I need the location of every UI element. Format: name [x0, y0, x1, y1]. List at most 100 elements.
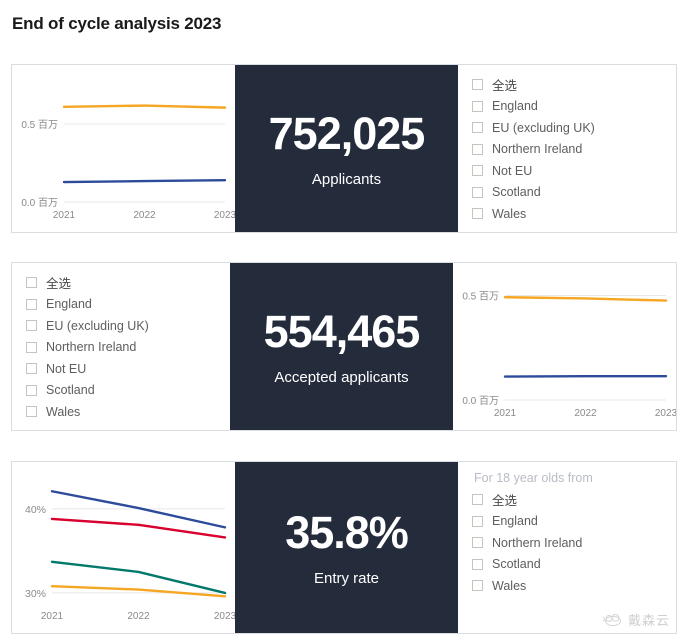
filter-option-label: Northern Ireland [46, 340, 137, 355]
series-line [62, 104, 227, 109]
cloud-icon [602, 613, 621, 626]
y-axis-tick-label: 0.0 百万 [21, 197, 58, 209]
x-axis-tick-label: 2021 [41, 611, 64, 622]
filter-option-label: Wales [492, 206, 527, 221]
filter-option-row[interactable]: England [26, 294, 230, 316]
filter-option-label: Scotland [46, 383, 95, 398]
filter-option-row[interactable]: Scotland [472, 554, 676, 576]
filter-option-row[interactable]: Wales [472, 203, 676, 225]
checkbox-icon[interactable] [26, 363, 37, 375]
checkbox-icon[interactable] [26, 320, 37, 332]
checkbox-icon[interactable] [472, 580, 483, 592]
filter-option-row[interactable]: Scotland [26, 380, 230, 402]
filter-pane: For 18 year olds from 全选 England Northern I… [458, 462, 676, 633]
filter-option-row[interactable]: Wales [26, 401, 230, 423]
x-axis-tick-label: 2021 [494, 408, 517, 419]
kpi-pane: 35.8% Entry rate [235, 462, 458, 633]
checkbox-icon[interactable] [472, 186, 483, 198]
x-axis-tick-label: 2023 [214, 210, 235, 221]
page-title: End of cycle analysis 2023 [12, 14, 222, 33]
y-axis-tick-label: 40% [25, 504, 46, 516]
filter-option-label: Scotland [492, 185, 541, 200]
checkbox-icon[interactable] [26, 406, 37, 418]
checkbox-icon[interactable] [472, 537, 483, 549]
filter-option-label: Wales [492, 578, 527, 593]
line-chart: 30% 40% 2021 2022 2023 [25, 490, 235, 622]
filter-option-row[interactable]: England [472, 96, 676, 118]
checkbox-icon[interactable] [472, 494, 483, 506]
x-axis-tick-label: 2023 [655, 408, 676, 419]
line-chart: 0.0 百万 0.5 百万 2021 2022 2023 [462, 291, 676, 419]
chart-pane: 30% 40% 2021 2022 2023 [12, 462, 235, 633]
filter-option-label: England [46, 297, 92, 312]
watermark: 戴森云 [602, 610, 670, 629]
y-axis-tick-label: 30% [25, 588, 46, 600]
filter-option-row[interactable]: Not EU [472, 160, 676, 182]
filter-option-row[interactable]: 全选 [472, 74, 676, 96]
filter-option-label: Scotland [492, 557, 541, 572]
filter-pane: 全选 England EU (excluding UK) Northern Irela… [12, 263, 230, 430]
filter-option-row[interactable]: EU (excluding UK) [26, 315, 230, 337]
filter-option-row[interactable]: 全选 [472, 489, 676, 511]
filter-option-label: EU (excluding UK) [46, 318, 149, 333]
filter-option-label: 全选 [46, 277, 72, 292]
checkbox-icon[interactable] [472, 558, 483, 570]
filter-option-label: England [492, 99, 538, 114]
card-entry-rate: 30% 40% 2021 2022 2023 35.8% Entry rate For 18 … [11, 461, 677, 634]
card-applicants: 0.0 百万 0.5 百万 2021 2022 2023 752,025 Applicant… [11, 64, 677, 233]
checkbox-icon[interactable] [472, 515, 483, 527]
checkbox-icon[interactable] [26, 341, 37, 353]
series-line [62, 178, 227, 184]
x-axis-tick-label: 2022 [127, 611, 150, 622]
filter-option-row[interactable]: Northern Ireland [472, 532, 676, 554]
filter-option-label: Not EU [492, 163, 533, 178]
checkbox-icon[interactable] [26, 277, 37, 289]
checkbox-icon[interactable] [26, 384, 37, 396]
filter-option-row[interactable]: England [472, 511, 676, 533]
y-axis-tick-label: 0.0 百万 [462, 395, 499, 407]
checkbox-icon[interactable] [472, 165, 483, 177]
filter-option-row[interactable]: Northern Ireland [26, 337, 230, 359]
checkbox-icon[interactable] [26, 298, 37, 310]
checkbox-icon[interactable] [472, 100, 483, 112]
filter-option-label: Northern Ireland [492, 535, 583, 550]
card-accepted-applicants: 全选 England EU (excluding UK) Northern Irela… [11, 262, 677, 431]
checkbox-icon[interactable] [472, 143, 483, 155]
kpi-label: Accepted applicants [274, 368, 409, 386]
filter-option-label: Not EU [46, 361, 87, 376]
filter-option-label: 全选 [492, 494, 518, 509]
series-line [503, 296, 668, 302]
filter-option-row[interactable]: Not EU [26, 358, 230, 380]
checkbox-icon[interactable] [472, 122, 483, 134]
checkbox-icon[interactable] [472, 208, 483, 220]
filter-option-label: 全选 [492, 79, 518, 94]
chart-pane: 0.0 百万 0.5 百万 2021 2022 2023 [12, 65, 235, 232]
y-axis-tick-label: 0.5 百万 [462, 291, 499, 303]
x-axis-tick-label: 2022 [133, 210, 156, 221]
y-axis-tick-label: 0.5 百万 [21, 119, 58, 131]
kpi-label: Entry rate [313, 569, 380, 587]
filter-option-label: England [492, 514, 538, 529]
kpi-value: 554,465 [263, 305, 421, 357]
kpi-value: 752,025 [268, 107, 426, 159]
filter-option-row[interactable]: EU (excluding UK) [472, 117, 676, 139]
kpi-label: Applicants [311, 170, 382, 188]
x-axis-tick-label: 2021 [53, 210, 76, 221]
kpi-pane: 554,465 Accepted applicants [230, 263, 453, 430]
line-chart: 0.0 百万 0.5 百万 2021 2022 2023 [21, 104, 235, 221]
x-axis-tick-label: 2023 [214, 611, 235, 622]
watermark-text: 戴森云 [627, 613, 670, 628]
filter-option-label: Wales [46, 404, 81, 419]
kpi-value: 35.8% [285, 506, 409, 558]
filter-heading: For 18 year olds from [474, 471, 593, 485]
chart-pane: 0.0 百万 0.5 百万 2021 2022 2023 [453, 263, 676, 430]
filter-pane: 全选 England EU (excluding UK) Northern Irela… [458, 65, 676, 232]
filter-option-row[interactable]: Northern Ireland [472, 139, 676, 161]
checkbox-icon[interactable] [472, 79, 483, 91]
filter-option-row[interactable]: 全选 [26, 272, 230, 294]
filter-option-row[interactable]: Wales [472, 575, 676, 597]
filter-option-row[interactable]: Scotland [472, 182, 676, 204]
x-axis-tick-label: 2022 [574, 408, 597, 419]
kpi-pane: 752,025 Applicants [235, 65, 458, 232]
filter-option-label: EU (excluding UK) [492, 120, 595, 135]
